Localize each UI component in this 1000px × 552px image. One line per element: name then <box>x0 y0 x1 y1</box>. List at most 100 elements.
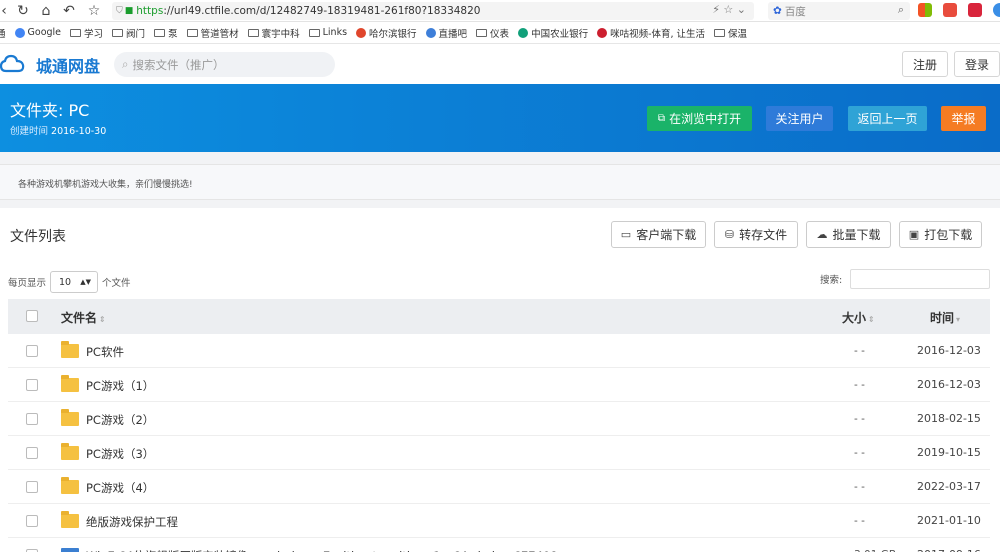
bookmark-item[interactable]: 中国农业银行 <box>518 26 588 40</box>
save-file-button[interactable]: ⛁ 转存文件 <box>714 221 798 248</box>
column-size-header[interactable]: 大小 ⇕ <box>842 309 875 326</box>
address-bar-actions-icon[interactable]: ⚡ ☆ ⌄ <box>712 3 746 16</box>
file-name-link[interactable]: PC游戏（2） <box>86 412 154 428</box>
site-logo[interactable]: 城通网盘 <box>36 53 100 77</box>
folder-icon <box>61 511 79 528</box>
browser-search-box[interactable]: ✿ 百度 ⌕ <box>768 2 910 20</box>
sort-icon: ⇕ <box>99 315 106 324</box>
row-checkbox[interactable] <box>26 345 38 357</box>
report-button[interactable]: 举报 <box>941 106 986 131</box>
row-checkbox[interactable] <box>26 481 38 493</box>
lock-icon: ■ <box>124 6 134 16</box>
bookmark-item[interactable]: 保温 <box>714 26 747 40</box>
back-icon[interactable]: ‹ <box>0 1 8 21</box>
client-download-button[interactable]: ▭ 客户端下载 <box>611 221 706 248</box>
home-icon[interactable]: ⌂ <box>35 1 57 21</box>
bookmark-item[interactable]: 泵 <box>154 26 178 40</box>
search-icon[interactable]: ⌕ <box>898 3 904 17</box>
bookmark-item[interactable]: 通 <box>0 26 6 40</box>
table-search-input[interactable] <box>850 269 991 289</box>
table-row[interactable]: PC游戏（2） - - 2018-02-15 <box>8 402 990 436</box>
file-list-panel: 文件列表 ▭ 客户端下载 ⛁ 转存文件 ☁ 批量下载 ▣ 打包下载 每页显示 1… <box>0 208 1000 552</box>
column-name-header[interactable]: 文件名 ⇕ <box>61 309 106 326</box>
bookmark-item[interactable]: 仪表 <box>476 26 509 40</box>
row-checkbox[interactable] <box>26 379 38 391</box>
row-checkbox[interactable] <box>26 515 38 527</box>
file-time: 2021-01-10 <box>917 514 981 527</box>
bookmark-label: 仪表 <box>490 28 510 40</box>
column-time-header[interactable]: 时间 ▾ <box>930 309 960 326</box>
bookmark-item[interactable]: 阀门 <box>112 26 145 40</box>
select-all-checkbox[interactable] <box>26 310 38 322</box>
shield-icon: ⛉ <box>116 6 123 16</box>
follow-user-button[interactable]: 关注用户 <box>766 106 833 131</box>
bookmark-item[interactable]: Links <box>308 27 347 38</box>
table-row[interactable]: PC游戏（4） - - 2022-03-17 <box>8 470 990 504</box>
game-extension-icon[interactable] <box>943 3 957 17</box>
open-in-browser-button[interactable]: ⧉ 在浏览中打开 <box>647 106 752 131</box>
register-button[interactable]: 注册 <box>902 51 948 77</box>
row-checkbox[interactable] <box>26 413 38 425</box>
bookmark-label: 保温 <box>728 28 748 40</box>
app-extension-icon[interactable] <box>968 3 982 17</box>
bookmark-item[interactable]: 哈尔滨银行 <box>356 26 417 40</box>
folder-banner: 文件夹: PC 创建时间 2016-10-30 ⧉ 在浏览中打开 关注用户 返回… <box>0 84 1000 152</box>
archive-icon: ▣ <box>908 228 920 241</box>
table-row[interactable]: PC软件 - - 2016-12-03 <box>8 334 990 368</box>
bookmark-label: Google <box>27 27 62 38</box>
column-time-label: 时间 <box>930 311 955 325</box>
table-row[interactable]: PC游戏（1） - - 2016-12-03 <box>8 368 990 402</box>
save-file-label: 转存文件 <box>739 228 788 242</box>
site-favicon-icon <box>425 27 436 38</box>
extension-overflow-icon[interactable] <box>993 3 1000 17</box>
bookmark-item[interactable]: Google <box>14 27 62 38</box>
bookmark-label: 咪咕视频-体育, 让生活 <box>610 28 706 40</box>
folder-icon <box>61 443 79 460</box>
file-size: - - <box>854 379 865 391</box>
search-icon: ⌕ <box>122 57 129 71</box>
file-name-link[interactable]: Win7 64位旗舰版原版安装镜像cn_windows_7_ultimate_w… <box>86 548 578 552</box>
site-header: 城通网盘 ⌕ 搜索文件（推广） 注册 登录 <box>0 44 1000 84</box>
bookmark-label: 管道管材 <box>200 28 239 40</box>
file-name-link[interactable]: PC游戏（4） <box>86 480 154 496</box>
table-row[interactable]: PC游戏（3） - - 2019-10-15 <box>8 436 990 470</box>
file-time: 2016-12-03 <box>917 378 981 391</box>
file-name-link[interactable]: PC软件 <box>86 344 124 360</box>
folder-icon <box>714 28 726 37</box>
star-icon[interactable]: ☆ <box>83 1 105 21</box>
undo-icon[interactable]: ↶ <box>58 1 80 21</box>
per-page-select[interactable]: 10 ▲▼ <box>50 271 99 293</box>
bookmark-label: 直播吧 <box>438 28 468 40</box>
open-in-browser-label: 在浏览中打开 <box>669 112 742 126</box>
client-download-label: 客户端下载 <box>636 228 697 242</box>
address-bar[interactable]: ⛉ ■ https://url49.ctfile.com/d/12482749-… <box>112 2 754 20</box>
batch-download-label: 批量下载 <box>832 228 881 242</box>
table-row[interactable]: 绝版游戏保护工程 - - 2021-01-10 <box>8 504 990 538</box>
file-name-link[interactable]: PC游戏（3） <box>86 446 154 462</box>
bookmark-item[interactable]: 寰宇中科 <box>247 26 300 40</box>
file-name-link[interactable]: PC游戏（1） <box>86 378 154 394</box>
search-label: 搜索: <box>820 275 843 286</box>
pack-download-button[interactable]: ▣ 打包下载 <box>899 221 982 248</box>
column-name-label: 文件名 <box>61 311 98 325</box>
bookmark-item[interactable]: 咪咕视频-体育, 让生活 <box>597 26 705 40</box>
file-size: - - <box>854 447 865 459</box>
per-page-suffix: 个文件 <box>102 278 131 289</box>
table-row[interactable]: Win7 64位旗舰版原版安装镜像cn_windows_7_ultimate_w… <box>8 538 990 552</box>
folder-icon <box>247 28 259 37</box>
go-back-button[interactable]: 返回上一页 <box>848 106 927 131</box>
bookmark-item[interactable]: 直播吧 <box>425 26 468 40</box>
bookmark-item[interactable]: 管道管材 <box>186 26 239 40</box>
login-button[interactable]: 登录 <box>954 51 1000 77</box>
file-time: 2017-09-16 <box>917 548 981 552</box>
batch-download-button[interactable]: ☁ 批量下载 <box>806 221 891 248</box>
file-name-link[interactable]: 绝版游戏保护工程 <box>86 514 178 530</box>
baidu-icon: ✿ <box>773 5 782 17</box>
folder-created: 创建时间 2016-10-30 <box>10 123 106 137</box>
column-size-label: 大小 <box>842 311 867 325</box>
site-search-input[interactable]: ⌕ 搜索文件（推广） <box>114 52 335 77</box>
windows-extension-icon[interactable] <box>918 3 932 17</box>
bookmark-item[interactable]: 学习 <box>70 26 103 40</box>
reload-icon[interactable]: ↻ <box>12 1 34 21</box>
row-checkbox[interactable] <box>26 447 38 459</box>
